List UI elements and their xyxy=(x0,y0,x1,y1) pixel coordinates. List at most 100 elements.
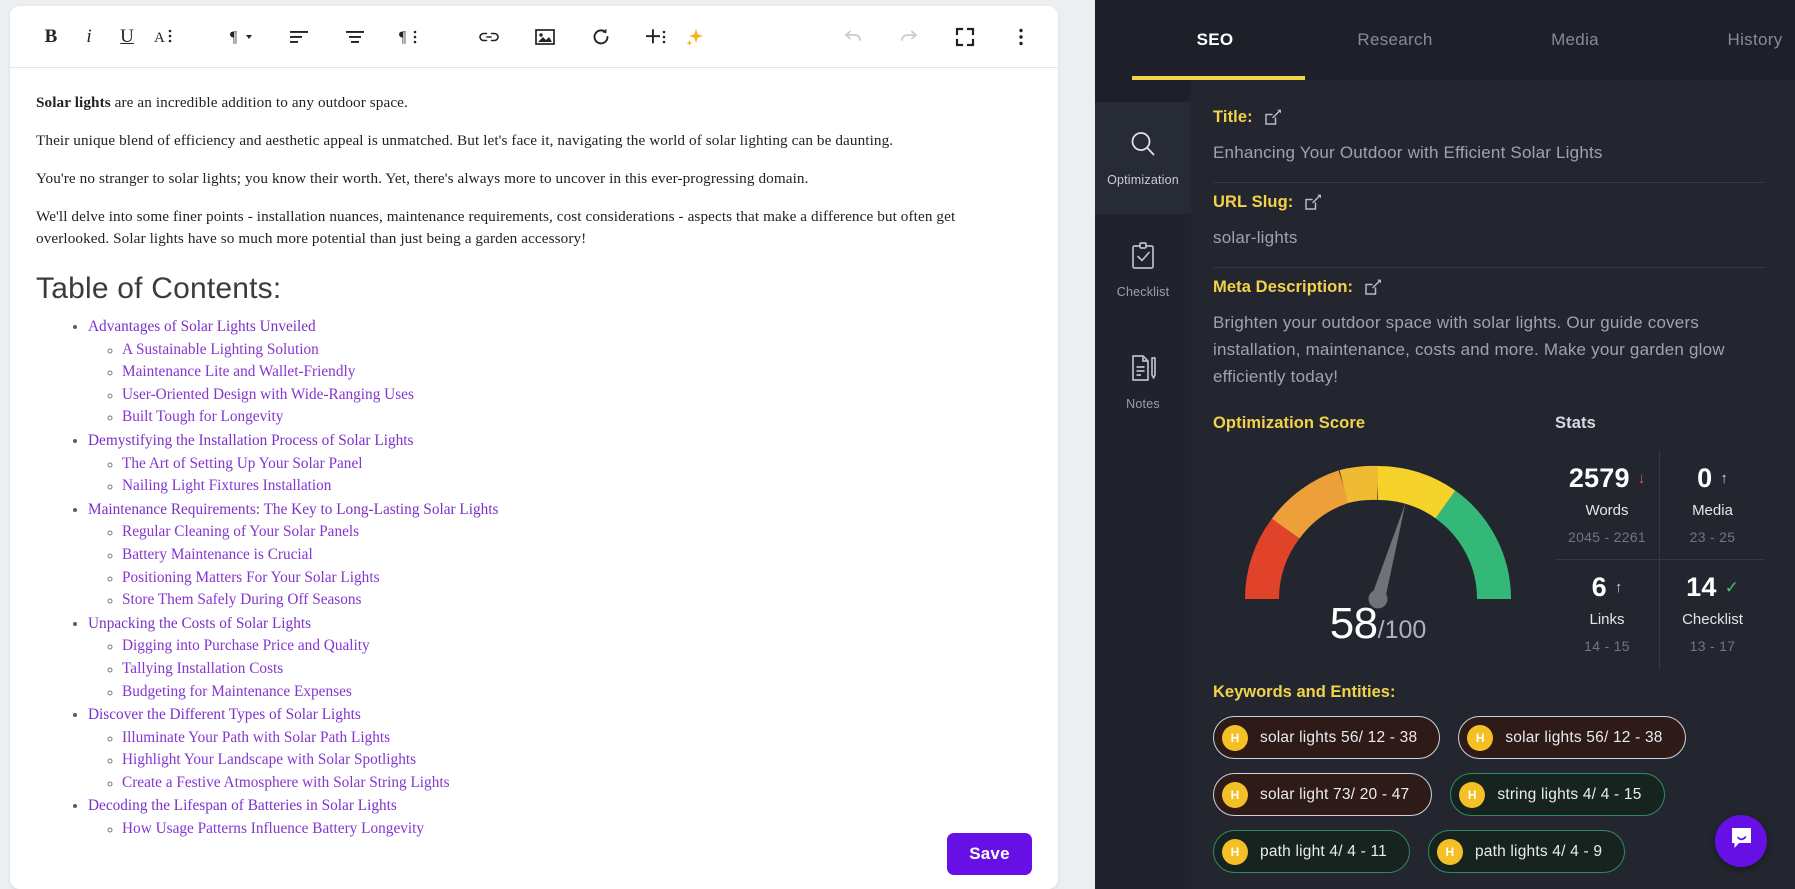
italic-button[interactable]: i xyxy=(70,18,108,56)
editor-pane: B i U A ¶ ¶ Solar lights are an incredib… xyxy=(0,0,1095,889)
stat-label: Words xyxy=(1585,502,1629,519)
sidebar-item-checklist[interactable]: Checklist xyxy=(1095,214,1191,326)
meta-label: Meta Description: xyxy=(1213,278,1354,296)
toc-sublink[interactable]: Illuminate Your Path with Solar Path Lig… xyxy=(122,727,390,750)
edit-meta-icon[interactable] xyxy=(1363,278,1382,297)
toc-subitem: Digging into Purchase Price and Quality xyxy=(122,635,1018,658)
toc-sublink[interactable]: Battery Maintenance is Crucial xyxy=(122,544,313,567)
insert-menu-icon[interactable] xyxy=(638,18,676,56)
align-left-icon[interactable] xyxy=(280,18,318,56)
edit-title-icon[interactable] xyxy=(1263,108,1282,127)
toc-item: Discover the Different Types of Solar Li… xyxy=(88,704,1018,794)
paragraph-4: We'll delve into some finer points - ins… xyxy=(36,208,956,247)
toc-sublink[interactable]: Create a Festive Atmosphere with Solar S… xyxy=(122,772,450,795)
keyword-text: solar light 73/ 20 - 47 xyxy=(1260,785,1410,803)
toc-sublist: Illuminate Your Path with Solar Path Lig… xyxy=(122,727,1018,795)
paragraph-style-dropdown[interactable]: ¶ xyxy=(224,18,262,56)
text-color-icon[interactable]: A xyxy=(146,18,184,56)
stats-grid: 2579 ↓ Words 2045 - 2261 0 ↑ Media 23 - … xyxy=(1555,451,1765,669)
toc-subitem: Create a Festive Atmosphere with Solar S… xyxy=(122,772,1018,795)
gauge-score-denominator: /100 xyxy=(1377,616,1427,644)
toc-sublink[interactable]: Regular Cleaning of Your Solar Panels xyxy=(122,521,359,544)
stat-top: 2579 ↓ xyxy=(1559,463,1655,494)
toc-subitem: The Art of Setting Up Your Solar Panel xyxy=(122,453,1018,476)
toc-sublink[interactable]: Built Tough for Longevity xyxy=(122,406,283,429)
image-icon[interactable] xyxy=(526,18,564,56)
toc-sublink[interactable]: Store Them Safely During Off Seasons xyxy=(122,589,361,612)
stat-value: 14 xyxy=(1686,572,1717,602)
sidebar-item-notes[interactable]: Notes xyxy=(1095,326,1191,438)
toc-sublink[interactable]: Nailing Light Fixtures Installation xyxy=(122,475,331,498)
toc-link[interactable]: Unpacking the Costs of Solar Lights xyxy=(88,613,311,636)
toc-sublink[interactable]: Maintenance Lite and Wallet-Friendly xyxy=(122,361,355,384)
toc-sublink[interactable]: Highlight Your Landscape with Solar Spot… xyxy=(122,749,416,772)
trend-down-icon: ↓ xyxy=(1637,470,1646,487)
toc-sublink[interactable]: User-Oriented Design with Wide-Ranging U… xyxy=(122,384,414,407)
regenerate-icon[interactable] xyxy=(582,18,620,56)
keyword-chip[interactable]: H solar light 73/ 20 - 47 xyxy=(1213,773,1433,816)
align-center-icon[interactable] xyxy=(336,18,374,56)
toc-link[interactable]: Advantages of Solar Lights Unveiled xyxy=(88,316,316,339)
sidebar-item-label: Notes xyxy=(1126,397,1160,411)
title-label: Title: xyxy=(1213,108,1253,126)
toc-item: Demystifying the Installation Process of… xyxy=(88,430,1018,498)
toc-sublink[interactable]: Budgeting for Maintenance Expenses xyxy=(122,681,352,704)
toolbar-insert-group xyxy=(470,18,714,56)
tab-media[interactable]: Media xyxy=(1485,0,1665,80)
title-value[interactable]: Enhancing Your Outdoor with Efficient So… xyxy=(1213,139,1765,166)
toc-subitem: Highlight Your Landscape with Solar Spot… xyxy=(122,749,1018,772)
link-icon[interactable] xyxy=(470,18,508,56)
keyword-chip[interactable]: H path light 4/ 4 - 11 xyxy=(1213,830,1410,873)
seo-sidebar-rail: Optimization Checklist Notes xyxy=(1095,80,1191,889)
toc-sublink[interactable]: A Sustainable Lighting Solution xyxy=(122,339,319,362)
toc-item: Maintenance Requirements: The Key to Lon… xyxy=(88,499,1018,612)
edit-slug-icon[interactable] xyxy=(1303,193,1322,212)
keyword-chip[interactable]: H path lights 4/ 4 - 9 xyxy=(1427,830,1626,873)
stats-section: Stats 2579 ↓ Words 2045 - 2261 0 ↑ Media… xyxy=(1543,414,1765,669)
paragraph-bold-lead: Solar lights xyxy=(36,94,111,111)
toc-link[interactable]: Maintenance Requirements: The Key to Lon… xyxy=(88,499,499,522)
meta-value[interactable]: Brighten your outdoor space with solar l… xyxy=(1213,309,1765,390)
sidebar-item-optimization[interactable]: Optimization xyxy=(1095,102,1191,214)
save-button[interactable]: Save xyxy=(947,833,1032,875)
more-options-icon[interactable] xyxy=(1002,18,1040,56)
ai-sparkle-icon[interactable] xyxy=(676,18,714,56)
toc-sublink[interactable]: How Usage Patterns Influence Battery Lon… xyxy=(122,818,424,841)
keyword-chip[interactable]: H string lights 4/ 4 - 15 xyxy=(1450,773,1665,816)
magnifier-icon xyxy=(1128,129,1158,164)
toc-link[interactable]: Discover the Different Types of Solar Li… xyxy=(88,704,361,727)
underline-button[interactable]: U xyxy=(108,18,146,56)
toc-link[interactable]: Demystifying the Installation Process of… xyxy=(88,430,413,453)
toc-link[interactable]: Decoding the Lifespan of Batteries in So… xyxy=(88,795,397,818)
toc-sublist: The Art of Setting Up Your Solar Panel N… xyxy=(122,453,1018,498)
redo-icon[interactable] xyxy=(890,18,928,56)
keyword-badge-icon: H xyxy=(1222,838,1248,865)
document-body[interactable]: Solar lights are an incredible addition … xyxy=(10,68,1058,889)
tab-history[interactable]: History xyxy=(1665,0,1795,80)
slug-value[interactable]: solar-lights xyxy=(1213,224,1765,251)
undo-icon[interactable] xyxy=(834,18,872,56)
toc-list: Advantages of Solar Lights Unveiled A Su… xyxy=(88,316,1018,841)
toc-sublink[interactable]: Positioning Matters For Your Solar Light… xyxy=(122,567,380,590)
fullscreen-icon[interactable] xyxy=(946,18,984,56)
score-and-stats: Optimization Score 58/100 Stats 2579 ↓ W… xyxy=(1213,414,1765,669)
keyword-chip[interactable]: H solar lights 56/ 12 - 38 xyxy=(1458,716,1686,759)
bold-button[interactable]: B xyxy=(32,18,70,56)
gauge-needle xyxy=(1368,502,1406,609)
keyword-chip[interactable]: H solar lights 56/ 12 - 38 xyxy=(1213,716,1441,759)
tab-seo[interactable]: SEO xyxy=(1125,0,1305,80)
stat-range: 14 - 15 xyxy=(1584,638,1630,654)
keyword-badge-icon: H xyxy=(1436,838,1463,865)
title-field-block: Title: Enhancing Your Outdoor with Effic… xyxy=(1213,98,1765,183)
chat-bubble-button[interactable] xyxy=(1715,815,1767,867)
toc-sublink[interactable]: The Art of Setting Up Your Solar Panel xyxy=(122,453,363,476)
toc-sublink[interactable]: Tallying Installation Costs xyxy=(122,658,283,681)
tab-research[interactable]: Research xyxy=(1305,0,1485,80)
slug-label: URL Slug: xyxy=(1213,193,1294,211)
paragraph-options-icon[interactable]: ¶ xyxy=(392,18,430,56)
keywords-title: Keywords and Entities: xyxy=(1213,683,1396,701)
stat-top: 6 ↑ xyxy=(1559,572,1655,603)
gauge-svg xyxy=(1244,465,1512,609)
sidebar-item-label: Checklist xyxy=(1116,285,1170,299)
toc-sublink[interactable]: Digging into Purchase Price and Quality xyxy=(122,635,370,658)
